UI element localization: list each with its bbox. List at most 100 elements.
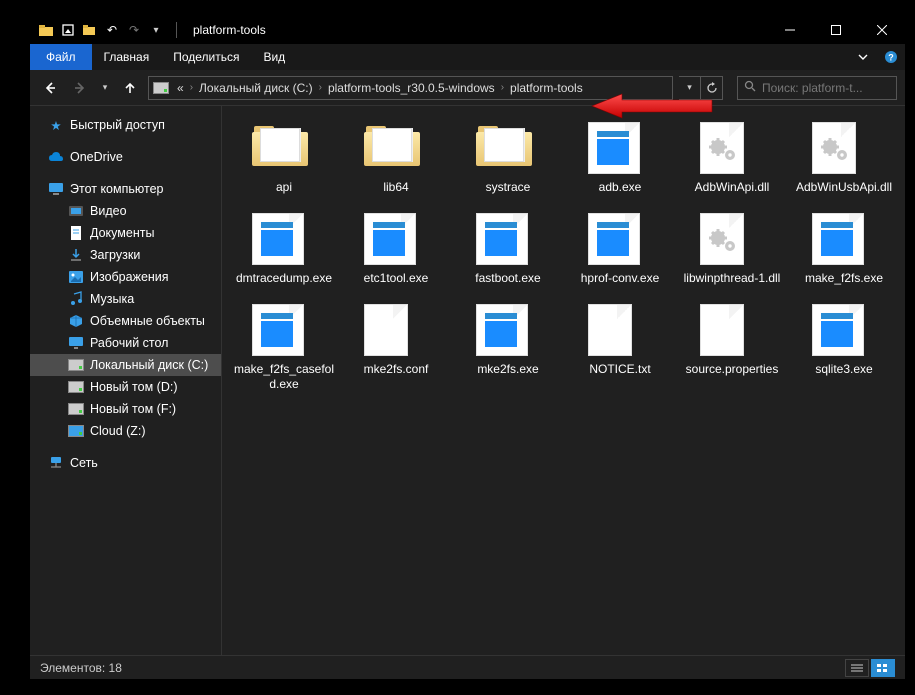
file-item[interactable]: mke2fs.conf (344, 304, 448, 392)
app-icon (812, 213, 876, 265)
file-label: make_f2fs_casefold.exe (232, 362, 336, 392)
tree-item[interactable]: Изображения (30, 266, 221, 288)
file-item[interactable]: make_f2fs.exe (792, 213, 896, 286)
file-label: AdbWinUsbApi.dll (796, 180, 892, 195)
app-icon (364, 213, 428, 265)
qat-newfolder-icon[interactable] (82, 22, 98, 38)
file-item[interactable]: api (232, 122, 336, 195)
ribbon-tab-view[interactable]: Вид (251, 44, 297, 70)
tree-label: Видео (90, 204, 127, 218)
file-item[interactable]: source.properties (680, 304, 784, 392)
tree-network[interactable]: Сеть (30, 452, 221, 474)
drive-cloud-icon (68, 423, 84, 439)
tree-item[interactable]: Видео (30, 200, 221, 222)
status-bar: Элементов: 18 (30, 655, 905, 679)
doc-icon (588, 304, 652, 356)
file-item[interactable]: lib64 (344, 122, 448, 195)
breadcrumb-overflow[interactable]: « (173, 81, 188, 95)
file-label: sqlite3.exe (815, 362, 872, 377)
tree-item[interactable]: Объемные объекты (30, 310, 221, 332)
file-item[interactable]: NOTICE.txt (568, 304, 672, 392)
file-item[interactable]: make_f2fs_casefold.exe (232, 304, 336, 392)
nav-back-button[interactable] (38, 76, 62, 100)
file-item[interactable]: hprof-conv.exe (568, 213, 672, 286)
search-input[interactable]: Поиск: platform-t... (737, 76, 897, 100)
nav-up-button[interactable] (118, 76, 142, 100)
drive-icon (68, 357, 84, 373)
breadcrumb-part-2[interactable]: platform-tools (506, 81, 587, 95)
breadcrumb-part-0[interactable]: Локальный диск (C:) (195, 81, 317, 95)
app-icon (476, 213, 540, 265)
tree-label: Документы (90, 226, 154, 240)
address-dropdown-button[interactable]: ▾ (679, 76, 701, 100)
ribbon-tab-share[interactable]: Поделиться (161, 44, 251, 70)
file-label: mke2fs.conf (364, 362, 429, 377)
file-item[interactable]: sqlite3.exe (792, 304, 896, 392)
gear-icon (812, 122, 876, 174)
tree-quick-access[interactable]: ★ Быстрый доступ (30, 114, 221, 136)
maximize-button[interactable] (813, 16, 859, 44)
address-row: ▾ « › Локальный диск (C:) › platform-too… (30, 70, 905, 106)
refresh-button[interactable] (701, 76, 723, 100)
file-label: source.properties (686, 362, 779, 377)
tree-item[interactable]: Рабочий стол (30, 332, 221, 354)
tree-item[interactable]: Cloud (Z:) (30, 420, 221, 442)
chevron-right-icon[interactable]: › (317, 82, 324, 93)
help-icon[interactable]: ? (877, 44, 905, 70)
close-button[interactable] (859, 16, 905, 44)
file-label: NOTICE.txt (589, 362, 650, 377)
ribbon-file-tab[interactable]: Файл (30, 44, 92, 70)
file-label: api (276, 180, 292, 195)
drive-icon (68, 401, 84, 417)
doc-icon (364, 304, 428, 356)
folder-icon (476, 122, 540, 174)
nav-tree[interactable]: ★ Быстрый доступ OneDrive Этот компьютер… (30, 106, 222, 655)
tree-this-pc[interactable]: Этот компьютер (30, 178, 221, 200)
qat-properties-icon[interactable] (60, 22, 76, 38)
icons-view-button[interactable] (871, 659, 895, 677)
file-item[interactable]: mke2fs.exe (456, 304, 560, 392)
file-item[interactable]: fastboot.exe (456, 213, 560, 286)
file-item[interactable]: AdbWinApi.dll (680, 122, 784, 195)
tree-label: Музыка (90, 292, 134, 306)
minimize-button[interactable] (767, 16, 813, 44)
file-item[interactable]: AdbWinUsbApi.dll (792, 122, 896, 195)
tree-label: Новый том (D:) (90, 380, 178, 394)
tree-label: Локальный диск (C:) (90, 358, 208, 372)
status-count: Элементов: 18 (40, 661, 122, 675)
file-item[interactable]: adb.exe (568, 122, 672, 195)
file-item[interactable]: etc1tool.exe (344, 213, 448, 286)
chevron-right-icon[interactable]: › (188, 82, 195, 93)
tree-onedrive[interactable]: OneDrive (30, 146, 221, 168)
qat-redo-icon[interactable]: ↷ (126, 22, 142, 38)
folder-icon (252, 122, 316, 174)
qat-undo-icon[interactable]: ↶ (104, 22, 120, 38)
chevron-right-icon[interactable]: › (499, 82, 506, 93)
file-item[interactable]: dmtracedump.exe (232, 213, 336, 286)
tree-item[interactable]: Загрузки (30, 244, 221, 266)
desktop-icon (68, 335, 84, 351)
tree-label: Этот компьютер (70, 182, 163, 196)
nav-history-button[interactable]: ▾ (98, 76, 112, 100)
breadcrumb-part-1[interactable]: platform-tools_r30.0.5-windows (324, 81, 499, 95)
app-icon (588, 213, 652, 265)
gear-icon (700, 122, 764, 174)
nav-forward-button[interactable] (68, 76, 92, 100)
ribbon-collapse-button[interactable] (849, 44, 877, 70)
details-view-button[interactable] (845, 659, 869, 677)
qat-dropdown-icon[interactable]: ▾ (148, 22, 164, 38)
tree-item[interactable]: Локальный диск (C:) (30, 354, 221, 376)
file-item[interactable]: systrace (456, 122, 560, 195)
ribbon-tab-home[interactable]: Главная (92, 44, 162, 70)
file-item[interactable]: libwinpthread-1.dll (680, 213, 784, 286)
tree-item[interactable]: Новый том (F:) (30, 398, 221, 420)
tree-item[interactable]: Документы (30, 222, 221, 244)
star-icon: ★ (48, 117, 64, 133)
file-list[interactable]: api lib64systraceadb.exeAdbWinApi.dll AdbW… (222, 106, 905, 655)
tree-item[interactable]: Музыка (30, 288, 221, 310)
app-icon (812, 304, 876, 356)
file-label: etc1tool.exe (364, 271, 429, 286)
address-bar[interactable]: « › Локальный диск (C:) › platform-tools… (148, 76, 673, 100)
tree-item[interactable]: Новый том (D:) (30, 376, 221, 398)
file-label: make_f2fs.exe (805, 271, 883, 286)
